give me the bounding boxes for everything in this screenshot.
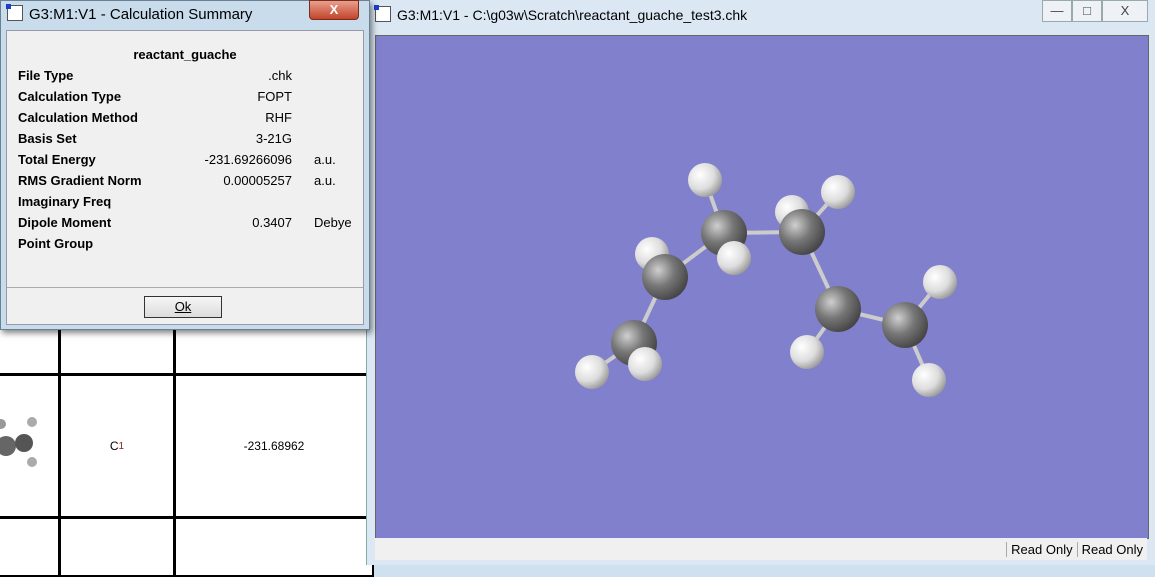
row-value: 0.00005257 (223, 173, 292, 188)
row-label: Calculation Method (18, 110, 138, 125)
molecule-thumbnail-icon (0, 417, 37, 467)
row-value: 0.3407 (252, 215, 292, 230)
point-group-subscript: 1 (118, 440, 125, 452)
carbon-atom[interactable] (815, 286, 861, 332)
minimize-button[interactable]: — (1042, 0, 1072, 22)
hydrogen-atom[interactable] (628, 347, 662, 381)
table-cell (59, 517, 175, 577)
summary-row: RMS Gradient Norm 0.00005257 a.u. (18, 173, 358, 193)
row-label: Imaginary Freq (18, 194, 112, 209)
app-icon (374, 5, 391, 22)
row-unit: Debye (314, 215, 352, 230)
summary-heading: reactant_guache (133, 47, 237, 62)
summary-row: Total Energy -231.69266096 a.u. (18, 152, 358, 172)
viewer-title-text: G3:M1:V1 - C:\g03w\Scratch\reactant_guac… (397, 7, 748, 23)
summary-row: Basis Set 3-21G (18, 131, 358, 151)
summary-row: File Type .chk (18, 68, 358, 88)
hydrogen-atom[interactable] (688, 163, 722, 197)
hydrogen-atom[interactable] (717, 241, 751, 275)
row-value: 3-21G (255, 131, 292, 146)
dialog-close-button[interactable]: X (309, 0, 359, 20)
molecule-canvas[interactable] (375, 35, 1149, 539)
hydrogen-atom[interactable] (790, 335, 824, 369)
row-value: .chk (268, 68, 292, 83)
app-icon (6, 4, 23, 21)
summary-row: Calculation Type FOPT (18, 89, 358, 109)
divider (7, 287, 363, 288)
carbon-atom[interactable] (642, 254, 688, 300)
row-unit: a.u. (314, 173, 336, 188)
energy-text: -231.68962 (243, 439, 305, 453)
dialog-title-text: G3:M1:V1 - Calculation Summary (29, 6, 253, 23)
row-value: RHF (265, 110, 292, 125)
hydrogen-atom[interactable] (575, 355, 609, 389)
energy-cell: -231.68962 (174, 374, 374, 518)
row-label: RMS Gradient Norm (18, 173, 142, 188)
point-group-text: C (109, 439, 119, 453)
point-group-cell: C1 (59, 374, 175, 518)
row-label: Total Energy (18, 152, 96, 167)
molecule-model[interactable] (376, 36, 1148, 538)
status-bar: Read Only Read Only (375, 538, 1147, 560)
maximize-button[interactable]: □ (1072, 0, 1102, 22)
row-label: Basis Set (18, 131, 77, 146)
hydrogen-atom[interactable] (821, 175, 855, 209)
row-value: FOPT (257, 89, 292, 104)
viewer-title: G3:M1:V1 - C:\g03w\Scratch\reactant_guac… (374, 5, 748, 23)
hydrogen-atom[interactable] (923, 265, 957, 299)
row-label: File Type (18, 68, 74, 83)
table-cell (174, 517, 374, 577)
row-unit: a.u. (314, 152, 336, 167)
ok-button[interactable]: Ok (144, 296, 222, 318)
summary-row: Dipole Moment 0.3407 Debye (18, 215, 358, 235)
row-label: Calculation Type (18, 89, 122, 104)
table-cell (0, 517, 60, 577)
atoms (575, 163, 957, 397)
calculation-summary-dialog: G3:M1:V1 - Calculation Summary X reactan… (0, 0, 370, 330)
status-read-only: Read Only (1006, 541, 1076, 557)
summary-row: Imaginary Freq (18, 194, 358, 214)
row-label: Dipole Moment (18, 215, 112, 230)
summary-row: Point Group (18, 236, 358, 256)
row-value: -231.69266096 (204, 152, 292, 167)
hydrogen-atom[interactable] (912, 363, 946, 397)
row-label: Point Group (18, 236, 94, 251)
close-button[interactable]: X (1102, 0, 1148, 22)
molecule-thumbnail (0, 374, 60, 518)
results-table: C1 -231.68962 (0, 300, 374, 577)
molecule-viewer-window: G3:M1:V1 - C:\g03w\Scratch\reactant_guac… (366, 0, 1155, 565)
ok-label: Ok (174, 299, 192, 314)
summary-row: Calculation Method RHF (18, 110, 358, 130)
status-read-only: Read Only (1076, 541, 1147, 557)
carbon-atom[interactable] (779, 209, 825, 255)
dialog-title: G3:M1:V1 - Calculation Summary (6, 4, 253, 23)
carbon-atom[interactable] (882, 302, 928, 348)
